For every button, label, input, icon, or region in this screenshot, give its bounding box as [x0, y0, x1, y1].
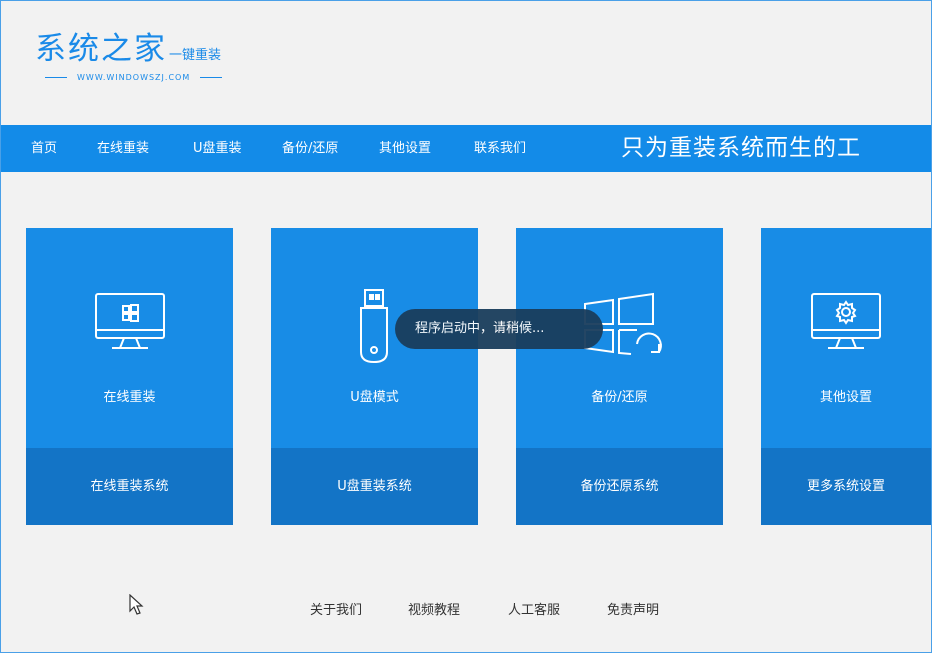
card-bottom-label: 备份还原系统: [516, 448, 723, 525]
logo-subtitle: 一键重装: [169, 48, 222, 63]
card-usb-mode[interactable]: U盘模式 U盘重装系统: [271, 228, 478, 525]
card-other-settings[interactable]: 其他设置 更多系统设置: [761, 228, 931, 525]
divider: [45, 77, 67, 78]
loading-toast: 程序启动中，请稍候...: [395, 309, 603, 349]
footer-link-customer-service[interactable]: 人工客服: [508, 599, 560, 618]
logo-title: 系统之家: [35, 31, 167, 67]
card-bottom-label: 更多系统设置: [761, 448, 931, 525]
mouse-cursor-icon: [129, 593, 145, 620]
footer-link-disclaimer[interactable]: 免责声明: [607, 599, 659, 618]
footer-link-about-us[interactable]: 关于我们: [310, 599, 362, 618]
card-backup-restore[interactable]: 备份/还原 备份还原系统: [516, 228, 723, 525]
nav-item-online-reinstall[interactable]: 在线重装: [97, 125, 149, 172]
monitor-gear-icon: [761, 286, 931, 366]
nav-slogan: 只为重装系统而生的工: [621, 135, 861, 161]
card-title: 其他设置: [819, 390, 872, 405]
app-window: 系统之家 一键重装 WWW.WINDOWSZJ.COM 首页 在线重装 U盘重装 …: [0, 0, 932, 653]
logo: 系统之家 一键重装 WWW.WINDOWSZJ.COM: [35, 29, 232, 82]
logo-url: WWW.WINDOWSZJ.COM: [35, 73, 232, 82]
card-title: U盘模式: [350, 390, 399, 405]
card-title: 在线重装: [103, 390, 156, 405]
card-bottom-label: 在线重装系统: [26, 448, 233, 525]
logo-url-text: WWW.WINDOWSZJ.COM: [77, 73, 191, 82]
nav-item-home[interactable]: 首页: [31, 125, 57, 172]
top-nav: 首页 在线重装 U盘重装 备份/还原 其他设置 联系我们 只为重装系统而生的工: [1, 125, 931, 172]
nav-item-contact-us[interactable]: 联系我们: [474, 125, 526, 172]
footer-link-video-tutorial[interactable]: 视频教程: [408, 599, 460, 618]
divider: [200, 77, 223, 78]
card-title: 备份/还原: [591, 390, 648, 405]
card-online-reinstall[interactable]: 在线重装 在线重装系统: [26, 228, 233, 525]
card-bottom-label: U盘重装系统: [271, 448, 478, 525]
nav-item-other-settings[interactable]: 其他设置: [379, 125, 431, 172]
nav-item-usb-reinstall[interactable]: U盘重装: [193, 125, 242, 172]
monitor-windows-icon: [26, 286, 233, 366]
nav-item-backup-restore[interactable]: 备份/还原: [282, 125, 338, 172]
